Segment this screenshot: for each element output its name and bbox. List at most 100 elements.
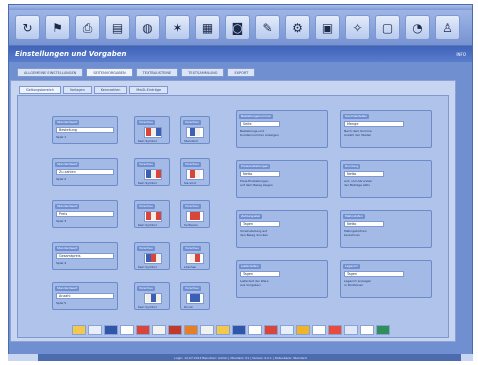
group-label: Vorschau bbox=[183, 119, 201, 125]
sub-tabs: Geltungsbereich Vorlagen Kennzahlen MwSt… bbox=[11, 81, 455, 94]
pen-icon[interactable]: ✎ bbox=[255, 15, 280, 40]
group-sub: Sortieren bbox=[184, 222, 198, 227]
group-label: Preiseinstellungen bbox=[239, 163, 271, 169]
card-icon[interactable] bbox=[152, 325, 166, 335]
standard-group: Standardwert Bestellung Spiel 1 bbox=[52, 116, 118, 144]
settings-group: Zahlungsziel Tagen Voreinstellung auf de… bbox=[236, 210, 328, 248]
group-label: Standardwert bbox=[55, 245, 80, 251]
refresh-icon[interactable]: ↻ bbox=[15, 15, 40, 40]
globe-icon[interactable]: ◍ bbox=[135, 15, 160, 40]
group-note: auf dem Beleg zeigen bbox=[240, 182, 273, 187]
group-label: Bestellungsnummer bbox=[239, 113, 274, 119]
card-icon[interactable] bbox=[312, 325, 326, 335]
group-label: Lieferzeiten bbox=[239, 263, 261, 269]
subtab-mwst[interactable]: MwSt-Einträge bbox=[129, 86, 169, 94]
group-label: Vorschau bbox=[137, 203, 155, 209]
group-label: Vorschau bbox=[137, 161, 155, 167]
standard-group: Standardwert Gesamtpreis Spiel 4 bbox=[52, 242, 118, 270]
info-link[interactable]: INFO bbox=[456, 52, 466, 57]
card-icon[interactable] bbox=[328, 325, 342, 335]
doc-icon[interactable]: ▢ bbox=[375, 15, 400, 40]
card-icon[interactable] bbox=[280, 325, 294, 335]
tab-seitenvorgaben[interactable]: SEITENVORGABEN bbox=[86, 68, 133, 77]
bulb-icon[interactable]: ✧ bbox=[345, 15, 370, 40]
card-icon[interactable] bbox=[120, 325, 134, 335]
group-note: aus Vorgaben bbox=[240, 282, 261, 287]
preview-group: Vorschau Löschen bbox=[180, 242, 210, 270]
tab-allgemein[interactable]: ALLGEMEINE EINSTELLUNGEN bbox=[17, 68, 84, 77]
preview-group: Vorschau Standard bbox=[180, 116, 210, 144]
group-sub: Kein Symbol bbox=[138, 264, 157, 269]
card-icon[interactable] bbox=[232, 325, 246, 335]
card-icon[interactable] bbox=[144, 126, 162, 138]
tab-textbausteine[interactable]: TEXTBAUSTEINE bbox=[135, 68, 179, 77]
card-icon[interactable] bbox=[144, 292, 162, 304]
card-icon[interactable] bbox=[376, 325, 390, 335]
group-label: Vorschau bbox=[183, 245, 201, 251]
box-icon[interactable]: ▦ bbox=[195, 15, 220, 40]
card-icon[interactable] bbox=[186, 168, 204, 180]
settings-group: Rundung Netto Auf- und Abrunden der Betr… bbox=[340, 160, 432, 198]
card-icon[interactable] bbox=[296, 325, 310, 335]
card-icon[interactable] bbox=[144, 210, 162, 222]
printer-icon[interactable]: ⎙ bbox=[75, 15, 100, 40]
group-label: Standardwert bbox=[55, 285, 80, 291]
group-sub: Kein Symbol bbox=[138, 180, 157, 185]
card-icon[interactable] bbox=[88, 325, 102, 335]
card-icon[interactable] bbox=[186, 292, 204, 304]
preview-group: Vorschau Kein Symbol bbox=[134, 282, 170, 310]
card-icon[interactable] bbox=[168, 325, 182, 335]
preview-group: Vorschau Sortieren bbox=[180, 200, 210, 228]
folder-icon[interactable]: ▤ bbox=[105, 15, 130, 40]
card-icon[interactable] bbox=[248, 325, 262, 335]
card-icon[interactable] bbox=[186, 126, 204, 138]
settings-group: Lagerort Tagen Lagerort anzeigen in Posi… bbox=[340, 260, 432, 298]
card-icon[interactable] bbox=[186, 210, 204, 222]
person-icon[interactable]: ♙ bbox=[435, 15, 460, 40]
group-sub: Spiel 2 bbox=[56, 176, 67, 181]
group-sub: Spiel 1 bbox=[56, 134, 67, 139]
group-sub: Kein Symbol bbox=[138, 138, 157, 143]
settings-content: Standardwert Bestellung Spiel 1 Standard… bbox=[17, 95, 449, 338]
preview-group: Vorschau Kein Symbol bbox=[134, 158, 170, 186]
subtab-kennzahlen[interactable]: Kennzahlen bbox=[93, 86, 128, 94]
card-icon[interactable] bbox=[144, 168, 162, 180]
group-label: Standardwert bbox=[55, 161, 80, 167]
preview-group: Vorschau Druck bbox=[180, 282, 210, 310]
card-icon[interactable] bbox=[344, 325, 358, 335]
group-sub: Spiel 5 bbox=[56, 300, 67, 305]
card-icon[interactable] bbox=[144, 252, 162, 264]
gear-icon[interactable]: ⚙ bbox=[285, 15, 310, 40]
subtab-geltungsbereich[interactable]: Geltungsbereich bbox=[19, 86, 61, 94]
card-icon[interactable] bbox=[360, 325, 374, 335]
page-icon[interactable]: ▣ bbox=[315, 15, 340, 40]
card-icon[interactable] bbox=[216, 325, 230, 335]
group-sub: Standard bbox=[184, 138, 198, 143]
card-icon[interactable] bbox=[264, 325, 278, 335]
group-note: in Positionen bbox=[344, 282, 364, 287]
pie-icon[interactable]: ◔ bbox=[405, 15, 430, 40]
card-icon[interactable] bbox=[186, 252, 204, 264]
card-icon[interactable] bbox=[200, 325, 214, 335]
tab-export[interactable]: EXPORT bbox=[227, 68, 256, 77]
section-header: Einstellungen und Vorgaben INFO bbox=[9, 46, 472, 62]
settings-group: Bestellungsnummer Seite Bestellungs-und … bbox=[236, 110, 328, 148]
page-title: Einstellungen und Vorgaben bbox=[15, 50, 127, 58]
group-sub: Kein Symbol bbox=[138, 304, 157, 309]
card-icon[interactable] bbox=[136, 325, 150, 335]
group-label: Vorschau bbox=[183, 203, 201, 209]
group-sub: Spiel 3 bbox=[56, 218, 67, 223]
flag-icon[interactable]: ⚑ bbox=[45, 15, 70, 40]
disk-icon[interactable]: ◙ bbox=[225, 15, 250, 40]
card-icon[interactable] bbox=[184, 325, 198, 335]
tab-textsammlung[interactable]: TEXTSAMMLUNG bbox=[181, 68, 225, 77]
card-icon[interactable] bbox=[104, 325, 118, 335]
status-bar: Login: 12.07.2013 Benutzer: Admin | Mand… bbox=[8, 354, 473, 361]
group-note: der Beträge aktiv bbox=[344, 182, 371, 187]
card-icon[interactable] bbox=[72, 325, 86, 335]
star-icon[interactable]: ✶ bbox=[165, 15, 190, 40]
settings-group: Mahnstufen Netto Mahngebühren berechnen bbox=[340, 210, 432, 248]
subtab-vorlagen[interactable]: Vorlagen bbox=[62, 86, 92, 94]
group-sub: Kein Symbol bbox=[138, 222, 157, 227]
standard-group: Standardwert Preis Spiel 3 bbox=[52, 200, 118, 228]
